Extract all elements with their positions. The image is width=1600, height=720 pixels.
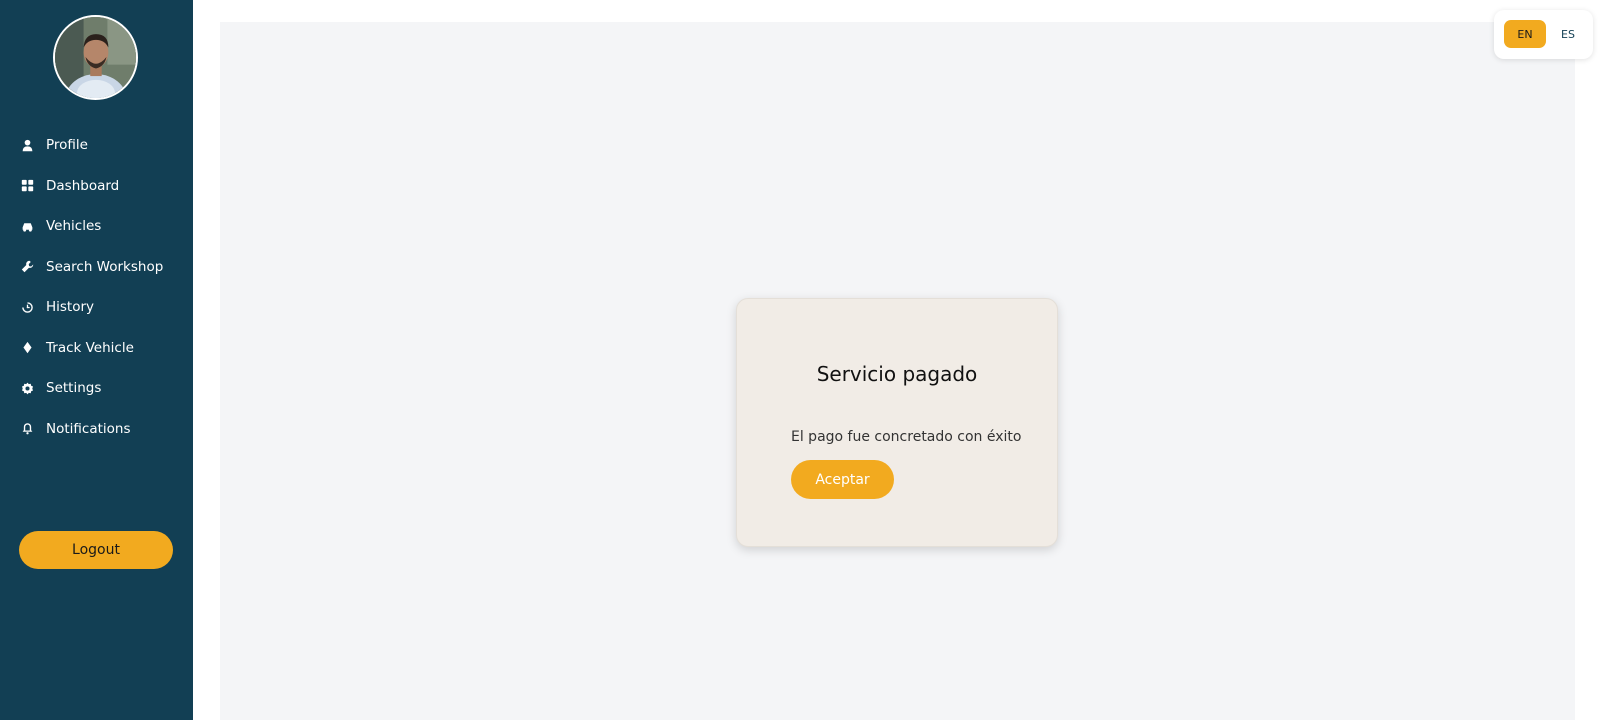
dialog-title: Servicio pagado bbox=[816, 362, 978, 386]
language-option-en[interactable]: EN bbox=[1504, 20, 1546, 48]
map-pin-icon bbox=[20, 341, 34, 355]
sidebar-item-label: Vehicles bbox=[46, 218, 102, 235]
sidebar-item-label: Track Vehicle bbox=[46, 339, 134, 356]
sidebar-item-label: Profile bbox=[46, 137, 88, 154]
sidebar-item-label: Search Workshop bbox=[46, 258, 164, 275]
language-switcher: EN ES bbox=[1494, 10, 1593, 59]
sidebar-item-search-workshop[interactable]: Search Workshop bbox=[0, 247, 193, 288]
sidebar-item-dashboard[interactable]: Dashboard bbox=[0, 166, 193, 207]
bell-icon bbox=[20, 422, 34, 436]
sidebar: Profile Dashboard Vehicles Search Worksh… bbox=[0, 0, 193, 720]
dialog-message: El pago fue concretado con éxito bbox=[791, 429, 1022, 445]
sidebar-item-vehicles[interactable]: Vehicles bbox=[0, 206, 193, 247]
sidebar-item-label: History bbox=[46, 299, 95, 316]
sidebar-item-notifications[interactable]: Notifications bbox=[0, 409, 193, 450]
sidebar-item-profile[interactable]: Profile bbox=[0, 125, 193, 166]
accept-button[interactable]: Aceptar bbox=[791, 460, 894, 499]
car-icon bbox=[20, 219, 34, 233]
avatar[interactable] bbox=[53, 15, 138, 100]
wrench-icon bbox=[20, 260, 34, 274]
language-option-es[interactable]: ES bbox=[1547, 20, 1589, 48]
sidebar-item-settings[interactable]: Settings bbox=[0, 368, 193, 409]
gear-icon bbox=[20, 381, 34, 395]
payment-success-dialog: Servicio pagado El pago fue concretado c… bbox=[736, 298, 1058, 547]
sidebar-item-label: Dashboard bbox=[46, 177, 120, 194]
avatar-image bbox=[55, 17, 136, 98]
sidebar-item-label: Settings bbox=[46, 380, 102, 397]
sidebar-item-label: Notifications bbox=[46, 420, 131, 437]
user-icon bbox=[20, 138, 34, 152]
history-icon bbox=[20, 300, 34, 314]
logout-button[interactable]: Logout bbox=[19, 531, 173, 569]
sidebar-item-track-vehicle[interactable]: Track Vehicle bbox=[0, 328, 193, 369]
sidebar-item-history[interactable]: History bbox=[0, 287, 193, 328]
grid-icon bbox=[20, 179, 34, 193]
sidebar-nav: Profile Dashboard Vehicles Search Worksh… bbox=[0, 125, 193, 449]
